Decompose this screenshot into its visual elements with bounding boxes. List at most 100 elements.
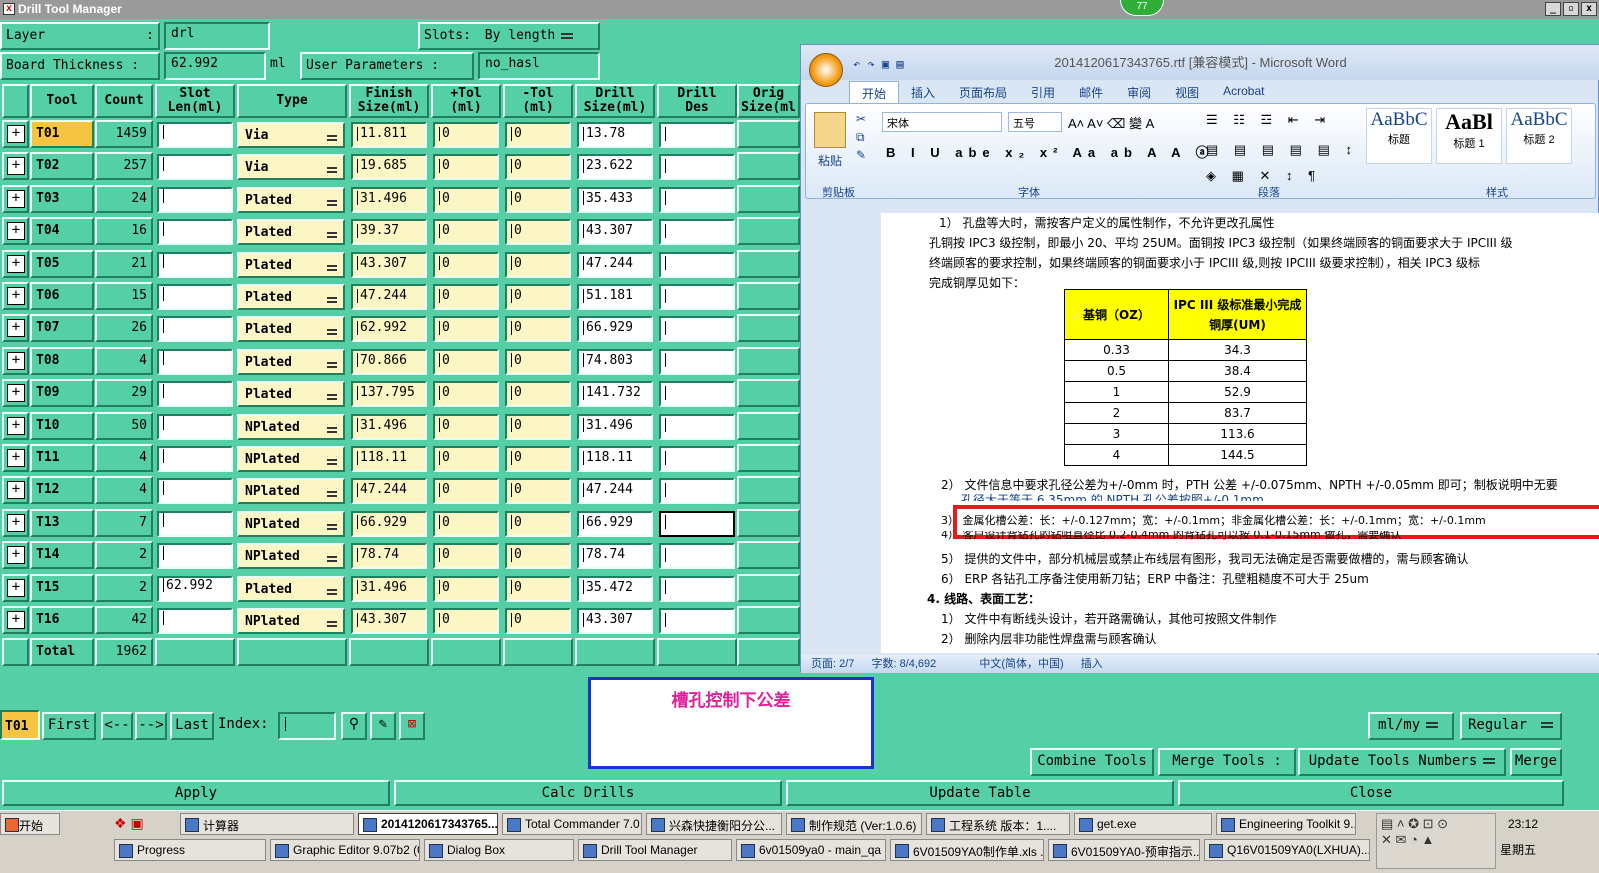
quick-launch-icons[interactable]: ❖ ▣ [114, 815, 144, 832]
tab-mailings[interactable]: 邮件 [1067, 81, 1115, 103]
tool-cell[interactable]: T11 [30, 444, 94, 472]
plus-tol-input[interactable]: 0 [433, 446, 499, 472]
drill-des-input[interactable] [659, 446, 735, 472]
finish-size-input[interactable]: 78.74 [351, 543, 427, 570]
slot-len-input[interactable] [157, 413, 233, 440]
type-dropdown[interactable]: Plated [237, 316, 345, 343]
slot-len-input[interactable]: 62.992 [157, 575, 233, 602]
paragraph-buttons[interactable]: ☰ ☷ ☲ ⇤ ⇥ [1206, 112, 1331, 128]
minus-tol-input[interactable]: 0 [505, 251, 571, 278]
taskbar-button[interactable]: Graphic Editor 9.07b2 (0... [270, 839, 420, 861]
type-dropdown[interactable]: Plated [237, 284, 345, 310]
drill-size-input[interactable]: 43.307 [577, 608, 653, 634]
drill-des-input[interactable] [659, 543, 735, 570]
shading-buttons[interactable]: ◈ ▦ ✕ ↕ ¶ [1206, 168, 1321, 184]
status-page[interactable]: 页面: 2/7 [811, 658, 854, 670]
type-dropdown[interactable]: NPlated [237, 478, 345, 505]
plus-tol-input[interactable]: 0 [433, 316, 499, 343]
quick-access-toolbar[interactable]: ↶ ↷ ▣ ▤ [853, 57, 904, 71]
finish-size-input[interactable]: 47.244 [351, 478, 427, 505]
slot-len-input[interactable] [157, 446, 233, 472]
tool-cell[interactable]: T16 [30, 606, 94, 634]
drill-size-input[interactable]: 35.433 [577, 186, 653, 213]
row-expander[interactable]: + [2, 120, 29, 148]
drill-des-input[interactable] [659, 122, 735, 148]
minimize-button[interactable]: _ [1545, 2, 1561, 16]
finish-size-input[interactable]: 43.307 [351, 251, 427, 278]
last-button[interactable]: Last [170, 712, 214, 740]
minus-tol-input[interactable]: 0 [505, 543, 571, 570]
slot-len-input[interactable] [157, 510, 233, 537]
tool-cell[interactable]: T12 [30, 476, 94, 505]
style-normal[interactable]: AaBbC 标题 [1366, 108, 1432, 164]
plus-tol-input[interactable]: 0 [433, 413, 499, 440]
finish-size-input[interactable]: 137.795 [351, 381, 427, 408]
finish-size-input[interactable]: 31.496 [351, 413, 427, 440]
row-expander[interactable]: + [2, 411, 29, 440]
plus-tol-input[interactable]: 0 [433, 122, 499, 148]
layer-input[interactable]: drl [164, 22, 270, 50]
style-heading1[interactable]: AaBl 标题 1 [1436, 108, 1502, 164]
taskbar-button[interactable]: get.exe [1074, 813, 1212, 835]
close-button[interactable]: Close [1178, 780, 1564, 806]
column-header[interactable]: Drill Size(ml) [575, 84, 655, 118]
paste-label[interactable]: 粘贴 [818, 152, 842, 169]
tab-view[interactable]: 视图 [1163, 81, 1211, 103]
taskbar-button[interactable]: 计算器 [180, 813, 354, 835]
type-dropdown[interactable]: NPlated [237, 510, 345, 537]
taskbar-button[interactable]: Q16V01509YA0(LXHUA)... [1204, 839, 1370, 861]
drill-des-input[interactable] [659, 348, 735, 375]
index-input[interactable] [278, 712, 336, 740]
slot-len-input[interactable] [157, 543, 233, 570]
minus-tol-input[interactable]: 0 [505, 575, 571, 602]
row-expander[interactable]: + [2, 606, 29, 634]
delete-icon[interactable]: ⊠ [399, 712, 425, 740]
tab-page-layout[interactable]: 页面布局 [947, 81, 1019, 103]
drill-size-input[interactable]: 141.732 [577, 381, 653, 408]
column-header[interactable]: -Tol (ml) [503, 84, 573, 118]
finish-size-input[interactable]: 118.11 [351, 446, 427, 472]
type-dropdown[interactable]: NPlated [237, 413, 345, 440]
tool-cell[interactable]: T02 [30, 152, 94, 181]
taskbar-button[interactable]: Engineering Toolkit 9.... [1216, 813, 1356, 835]
tab-home[interactable]: 开始 [849, 81, 900, 103]
slot-len-input[interactable] [157, 186, 233, 213]
slot-len-input[interactable] [157, 316, 233, 343]
minus-tol-input[interactable]: 0 [505, 608, 571, 634]
plus-tol-input[interactable]: 0 [433, 575, 499, 602]
slot-len-input[interactable] [157, 381, 233, 408]
slot-len-input[interactable] [157, 608, 233, 634]
drill-size-input[interactable]: 47.244 [577, 251, 653, 278]
column-header[interactable]: Tool [30, 84, 94, 118]
minus-tol-input[interactable]: 0 [505, 381, 571, 408]
drill-size-input[interactable]: 78.74 [577, 543, 653, 570]
drill-size-input[interactable]: 51.181 [577, 284, 653, 310]
type-dropdown[interactable]: Plated [237, 381, 345, 408]
minus-tol-input[interactable]: 0 [505, 316, 571, 343]
clock-time[interactable]: 23:12 [1508, 817, 1538, 831]
row-expander[interactable]: + [2, 444, 29, 472]
document-page[interactable]: 1） 孔盘等大时，需按客户定义的属性制作，不允许更改孔属性 孔铜按 IPC3 级… [881, 213, 1599, 653]
column-header[interactable]: Drill Des [657, 84, 737, 118]
minus-tol-input[interactable]: 0 [505, 186, 571, 213]
type-dropdown[interactable]: Via [237, 154, 345, 181]
finish-size-input[interactable]: 43.307 [351, 608, 427, 634]
taskbar-button[interactable]: Total Commander 7.0... [502, 813, 642, 835]
align-buttons[interactable]: ▤ ▤ ▤ ▤ ▤ ↕ [1206, 142, 1358, 158]
column-header[interactable]: +Tol (ml) [431, 84, 501, 118]
paste-icon[interactable] [814, 112, 846, 148]
tab-acrobat[interactable]: Acrobat [1211, 81, 1276, 103]
row-expander[interactable]: + [2, 282, 29, 310]
drill-size-input[interactable]: 47.244 [577, 478, 653, 505]
drill-des-input[interactable] [659, 510, 735, 537]
taskbar-button[interactable]: 6V01509YA0-预审指示... [1048, 839, 1200, 861]
tool-cell[interactable]: T05 [30, 249, 94, 278]
user-params-input[interactable]: no_hasl [478, 52, 600, 80]
drill-des-input[interactable] [659, 154, 735, 181]
merge-button[interactable]: Merge [1510, 748, 1562, 776]
plus-tol-input[interactable]: 0 [433, 251, 499, 278]
finish-size-input[interactable]: 19.685 [351, 154, 427, 181]
type-dropdown[interactable]: Plated [237, 186, 345, 213]
mode-dropdown[interactable]: Regular [1460, 712, 1562, 740]
taskbar-button[interactable]: 6v01509ya0 - main_qa [736, 839, 886, 861]
